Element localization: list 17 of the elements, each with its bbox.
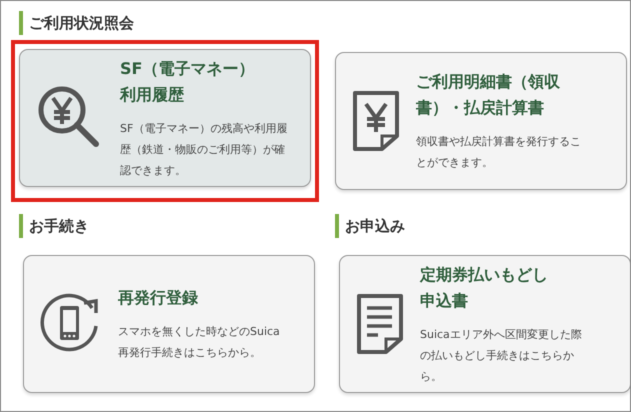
card-description: スマホを無くした時などのSuica再発行手続きはこちらから。 [118,324,281,361]
service-card[interactable]: SF（電子マネー）利用履歴 SF（電子マネー）の残高や利用履歴（鉄道・物販のご利用等）が確認できます。 [19,49,311,187]
yen-document-icon [352,90,400,152]
section-heading: お手続き [19,214,327,238]
card-description: 領収書や払戻計算書を発行することができます。 [416,134,582,171]
card-title: ご利用明細書（領収書）・払戻計算書 [416,71,561,119]
service-card[interactable]: 再発行登録 スマホを無くした時などのSuica再発行手続きはこちらから。 [23,255,315,393]
card-description: SF（電子マネー）の残高や利用履歴（鉄道・物販のご利用等）が確認できます。 [120,120,288,178]
section-heading: ご利用状況照会 [19,11,630,35]
service-card[interactable]: 定期券払いもどし申込書 Suicaエリア外へ区間変更した際の払いもどし手続きはこちらから。 [339,255,630,393]
card-title: 再発行登録 [118,287,199,309]
card-title: 定期券払いもどし申込書 [420,264,549,312]
card-title: SF（電子マネー）利用履歴 [120,58,256,106]
card-description: Suicaエリア外へ区間変更した際の払いもどし手続きはこちらから。 [420,326,583,384]
service-card[interactable]: ご利用明細書（領収書）・払戻計算書 領収書や払戻計算書を発行することができます。 [335,52,627,190]
document-icon [356,293,404,355]
section-heading: お申込み [335,214,630,238]
